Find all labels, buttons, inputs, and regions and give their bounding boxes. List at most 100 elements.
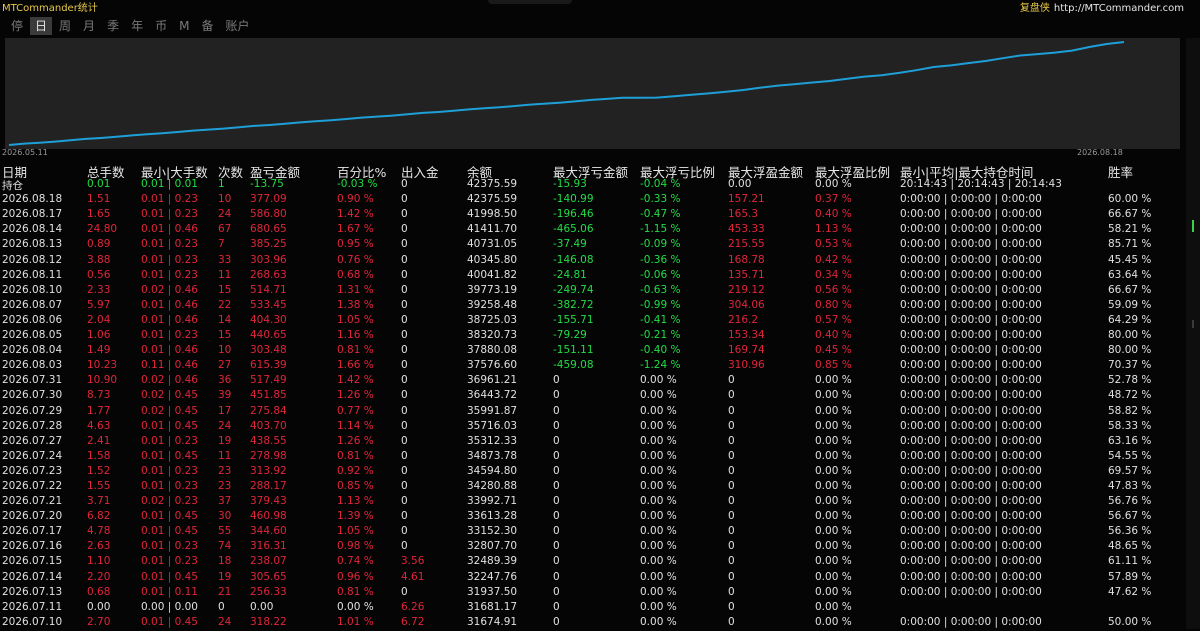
cell-6: 0 <box>401 208 408 221</box>
cell-13: 56.76 % <box>1108 495 1152 508</box>
table-row[interactable]: 2026.08.04 1.49 0.01 | 0.46 10 303.48 0.81 % 0… <box>0 344 1186 359</box>
cell-10: 0 <box>728 419 735 432</box>
cell-1: 1.58 <box>87 449 111 462</box>
cell-11: 0.00 % <box>815 495 852 508</box>
scroll-thumb[interactable] <box>1192 320 1194 328</box>
cell-7: 42375.59 <box>467 178 518 191</box>
cell-7: 35716.03 <box>467 419 518 432</box>
table-row[interactable]: 2026.07.20 6.82 0.01 | 0.45 30 460.98 1.39 % 0… <box>0 510 1186 525</box>
cell-10: 0 <box>728 495 735 508</box>
table-row[interactable]: 2026.08.18 1.51 0.01 | 0.23 10 377.09 0.90 % 0… <box>0 193 1186 208</box>
cell-10: 0 <box>728 510 735 523</box>
table-row[interactable]: 2026.07.22 1.55 0.01 | 0.23 23 288.17 0.85 % 0… <box>0 480 1186 495</box>
cell-4: 313.92 <box>250 464 287 477</box>
cell-10: 0 <box>728 615 735 628</box>
table-row[interactable]: 2026.08.11 0.56 0.01 | 0.23 11 268.63 0.68 % 0… <box>0 269 1186 284</box>
tab-0[interactable]: 停 <box>6 17 28 35</box>
cell-10: 215.55 <box>728 238 765 251</box>
tab-6[interactable]: 币 <box>150 17 172 35</box>
table-row[interactable]: 2026.07.21 3.71 0.02 | 0.23 37 379.43 1.13 % 0… <box>0 495 1186 510</box>
table-row[interactable]: 2026.07.30 8.73 0.02 | 0.45 39 451.85 1.26 % 0… <box>0 389 1186 404</box>
cell-7: 40041.82 <box>467 268 518 281</box>
table-row[interactable]: 2026.08.03 10.23 0.11 | 0.46 27 615.39 1.66 %… <box>0 359 1186 374</box>
table-row[interactable]: 2026.07.16 2.63 0.01 | 0.23 74 316.31 0.98 % 0… <box>0 540 1186 555</box>
cell-3: 33 <box>218 253 232 266</box>
cell-9: 0.00 % <box>640 585 677 598</box>
cell-0: 2026.08.04 <box>2 344 63 357</box>
cell-10: 165.3 <box>728 208 759 221</box>
cell-11: 0.85 % <box>815 359 852 372</box>
cell-4: 615.39 <box>250 359 287 372</box>
cell-10: 157.21 <box>728 193 765 206</box>
cell-2: 0.01 | 0.45 <box>141 570 198 583</box>
table-row[interactable]: 2026.07.17 4.78 0.01 | 0.45 55 344.60 1.05 % 0… <box>0 525 1186 540</box>
right-scrollbar[interactable] <box>1186 38 1200 629</box>
tab-4[interactable]: 季 <box>102 17 124 35</box>
cell-11: 0.00 % <box>815 449 852 462</box>
cell-2: 0.00 | 0.00 <box>141 600 198 613</box>
table-row[interactable]: 2026.08.05 1.06 0.01 | 0.23 15 440.65 1.16 % 0… <box>0 329 1186 344</box>
table-row[interactable]: 2026.07.29 1.77 0.02 | 0.45 17 275.84 0.77 % 0… <box>0 405 1186 420</box>
cell-0: 2026.07.14 <box>2 570 63 583</box>
tab-1[interactable]: 日 <box>30 17 53 35</box>
table-row[interactable]: 2026.07.27 2.41 0.01 | 0.23 19 438.55 1.26 % 0… <box>0 435 1186 450</box>
cell-11: 0.00 % <box>815 389 852 402</box>
cell-12: 0:00:00 | 0:00:00 | 0:00:00 <box>900 283 1042 296</box>
cell-10: 153.34 <box>728 329 765 342</box>
table-row[interactable]: 2026.07.11 0.00 0.00 | 0.00 0 0.00 0.00 % 6.26… <box>0 601 1186 616</box>
tab-5[interactable]: 年 <box>126 17 148 35</box>
cell-10: 0 <box>728 555 735 568</box>
cell-10: 0 <box>728 570 735 583</box>
table-row[interactable]: 2026.07.28 4.63 0.01 | 0.45 24 403.70 1.14 % 0… <box>0 420 1186 435</box>
cell-3: 7 <box>218 238 225 251</box>
cell-7: 41411.70 <box>467 223 518 236</box>
table-row[interactable]: 2026.08.10 2.33 0.02 | 0.46 15 514.71 1.31 % 0… <box>0 284 1186 299</box>
table-row[interactable]: 2026.08.17 1.65 0.01 | 0.23 24 586.80 1.42 % 0… <box>0 208 1186 223</box>
cell-5: 1.31 % <box>337 283 374 296</box>
cell-5: 0.81 % <box>337 344 374 357</box>
cell-2: 0.01 | 0.23 <box>141 238 198 251</box>
cell-7: 33992.71 <box>467 495 518 508</box>
table-row[interactable]: 2026.07.31 10.90 0.02 | 0.46 36 517.49 1.42 %… <box>0 374 1186 389</box>
cell-0: 2026.08.12 <box>2 253 63 266</box>
cell-4: 288.17 <box>250 479 287 492</box>
cell-13: 56.36 % <box>1108 525 1152 538</box>
table-row[interactable]: 2026.08.14 24.80 0.01 | 0.46 67 680.65 1.67 %… <box>0 223 1186 238</box>
table-row[interactable]: 2026.08.13 0.89 0.01 | 0.23 7 385.25 0.95 % 0 4… <box>0 238 1186 253</box>
header-url[interactable]: http://MTCommander.com <box>1054 3 1184 14</box>
tab-3[interactable]: 月 <box>78 17 100 35</box>
cell-13: 50.00 % <box>1108 615 1152 628</box>
cell-11: 0.53 % <box>815 238 852 251</box>
table-row[interactable]: 2026.07.14 2.20 0.01 | 0.45 19 305.65 0.96 % 4… <box>0 571 1186 586</box>
cell-10: 0 <box>728 374 735 387</box>
table-row[interactable]: 持仓 0.01 0.01 | 0.01 1 -13.75 -0.03 % 0 42375.59… <box>0 178 1186 193</box>
cell-8: 0 <box>553 434 560 447</box>
cell-0: 持仓 <box>2 180 23 193</box>
table-row[interactable]: 2026.07.15 1.10 0.01 | 0.23 18 238.07 0.74 % 3… <box>0 555 1186 570</box>
table-row[interactable]: 2026.07.24 1.58 0.01 | 0.45 11 278.98 0.81 % 0… <box>0 450 1186 465</box>
cell-10: 0 <box>728 479 735 492</box>
table-row[interactable]: 2026.07.13 0.68 0.01 | 0.11 21 256.33 0.81 % 0… <box>0 586 1186 601</box>
cell-10: 0 <box>728 540 735 553</box>
table-row[interactable]: 2026.08.12 3.88 0.01 | 0.23 33 303.96 0.76 % 0… <box>0 254 1186 269</box>
cell-11: 0.00 % <box>815 479 852 492</box>
table-row[interactable]: 2026.07.23 1.52 0.01 | 0.23 23 313.92 0.92 % 0… <box>0 465 1186 480</box>
tab-7[interactable]: M <box>174 17 194 35</box>
cell-8: 0 <box>553 464 560 477</box>
tab-2[interactable]: 周 <box>54 17 76 35</box>
cell-9: 0.00 % <box>640 510 677 523</box>
cell-10: 0 <box>728 600 735 613</box>
cell-1: 5.97 <box>87 298 111 311</box>
cell-12: 0:00:00 | 0:00:00 | 0:00:00 <box>900 525 1042 538</box>
tab-8[interactable]: 备 <box>196 17 218 35</box>
cell-2: 0.02 | 0.45 <box>141 404 198 417</box>
table-row[interactable]: 2026.08.07 5.97 0.01 | 0.46 22 533.45 1.38 % 0… <box>0 299 1186 314</box>
cell-5: -0.03 % <box>337 178 378 191</box>
cell-12: 0:00:00 | 0:00:00 | 0:00:00 <box>900 510 1042 523</box>
tab-9[interactable]: 账户 <box>220 17 254 35</box>
cell-6: 0 <box>401 585 408 598</box>
cell-1: 10.23 <box>87 359 118 372</box>
table-row[interactable]: 2026.08.06 2.04 0.01 | 0.46 14 404.30 1.05 % 0… <box>0 314 1186 329</box>
cell-8: -465.06 <box>553 223 594 236</box>
cell-5: 1.14 % <box>337 419 374 432</box>
